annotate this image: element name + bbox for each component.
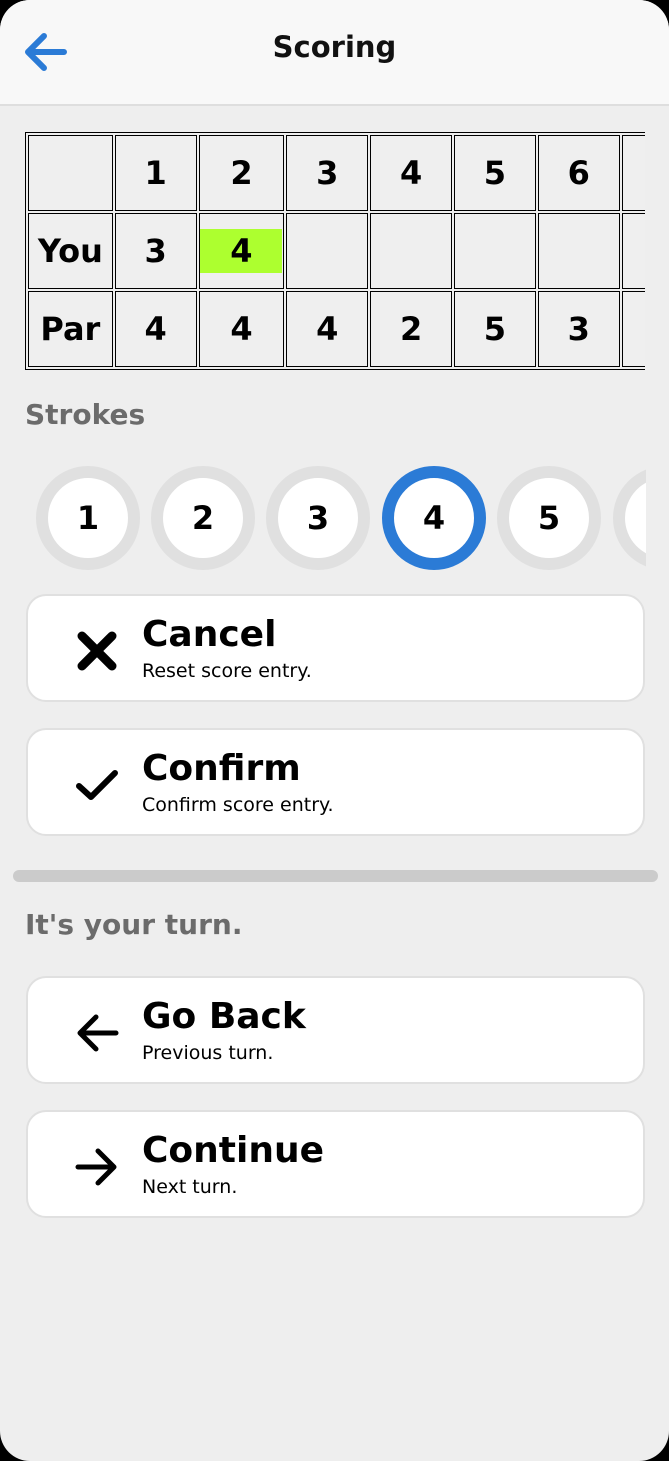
score-cell (286, 213, 369, 289)
go-back-button[interactable]: Go Back Previous turn. (26, 976, 645, 1084)
stroke-option[interactable]: 6 (613, 466, 646, 570)
continue-button[interactable]: Continue Next turn. (26, 1110, 645, 1218)
hole-header: 2 (198, 135, 285, 211)
confirm-button[interactable]: Confirm Confirm score entry. (26, 728, 645, 836)
par-row: Par 4 4 4 2 5 3 (28, 291, 645, 367)
par-cell: 4 (286, 291, 369, 367)
stroke-option[interactable]: 1 (36, 466, 140, 570)
holes-row: 1 2 3 4 5 6 (28, 135, 645, 211)
overflow-cell (621, 213, 645, 289)
score-cell (454, 213, 536, 289)
current-score: 4 (200, 229, 283, 273)
par-cell: 4 (198, 291, 285, 367)
go-back-label: Go Back (142, 996, 306, 1037)
confirm-description: Confirm score entry. (142, 794, 334, 816)
screen: Scoring 1 2 3 4 5 6 You 3 4 Par 4 4 4 2 … (0, 0, 669, 1461)
strokes-label: Strokes (25, 398, 146, 431)
continue-description: Next turn. (142, 1176, 238, 1198)
arrow-right-icon (75, 1148, 117, 1186)
hole-header: 3 (286, 135, 369, 211)
stroke-option[interactable]: 3 (266, 466, 370, 570)
turn-label: It's your turn. (25, 908, 243, 941)
par-cell: 2 (370, 291, 452, 367)
corner-cell (28, 135, 113, 211)
hole-header: 6 (537, 135, 620, 211)
strokes-picker[interactable]: 1 2 3 4 5 6 (25, 462, 646, 574)
overflow-cell (621, 135, 645, 211)
hole-header: 5 (454, 135, 536, 211)
go-back-description: Previous turn. (142, 1042, 274, 1064)
cancel-button[interactable]: Cancel Reset score entry. (26, 594, 645, 702)
scorecard: 1 2 3 4 5 6 You 3 4 Par 4 4 4 2 5 3 (25, 132, 645, 372)
close-icon (77, 631, 117, 671)
you-row: You 3 4 (28, 213, 645, 289)
cancel-description: Reset score entry. (142, 660, 312, 682)
hole-header: 4 (370, 135, 452, 211)
confirm-label: Confirm (142, 748, 301, 789)
row-label: Par (28, 291, 113, 367)
hole-header: 1 (114, 135, 197, 211)
arrow-left-icon (77, 1014, 119, 1052)
overflow-cell (621, 291, 645, 367)
par-cell: 3 (537, 291, 620, 367)
score-cell (370, 213, 452, 289)
page-title: Scoring (272, 30, 397, 64)
row-label: You (28, 213, 113, 289)
stroke-option[interactable]: 2 (151, 466, 255, 570)
stroke-option[interactable]: 5 (497, 466, 601, 570)
score-cell (537, 213, 620, 289)
score-cell: 3 (114, 213, 197, 289)
check-icon (76, 770, 118, 800)
par-cell: 4 (114, 291, 197, 367)
par-cell: 5 (454, 291, 536, 367)
stroke-option-selected[interactable]: 4 (382, 466, 486, 570)
score-cell-current: 4 (198, 213, 285, 289)
header: Scoring (0, 0, 669, 106)
divider (13, 870, 658, 882)
cancel-label: Cancel (142, 614, 277, 655)
continue-label: Continue (142, 1130, 325, 1171)
